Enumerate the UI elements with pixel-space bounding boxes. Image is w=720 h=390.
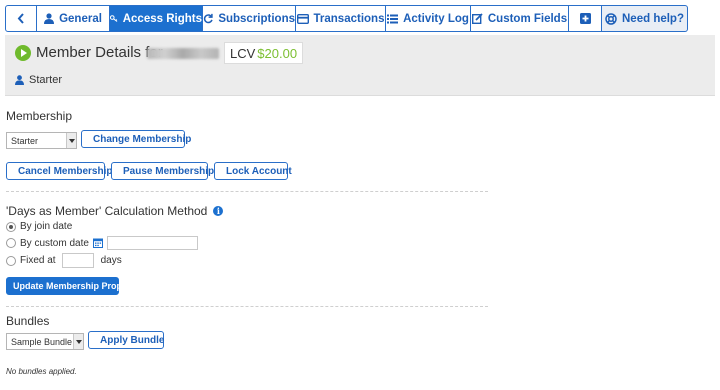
tab-custom-fields[interactable]: Custom Fields xyxy=(471,5,569,32)
refresh-icon xyxy=(203,13,213,24)
lcv-badge: LCV $20.00 xyxy=(224,42,304,64)
edit-icon xyxy=(471,13,483,24)
page-title: Member Details for xyxy=(36,44,163,61)
option-join-date[interactable]: By join date xyxy=(6,221,72,232)
play-icon xyxy=(15,45,31,61)
info-icon[interactable]: i xyxy=(213,206,224,216)
tab-label: Access Rights xyxy=(122,12,202,25)
option-join-date-label: By join date xyxy=(20,221,73,232)
bundles-note: No bundles applied. xyxy=(6,367,77,376)
section-divider xyxy=(6,306,488,307)
lock-account-label: Lock Account xyxy=(226,165,292,177)
chevron-down-icon xyxy=(73,334,83,349)
radio-fixed-days[interactable] xyxy=(6,255,16,266)
update-membership-properties-label: Update Membership Properties xyxy=(13,281,147,291)
key-icon xyxy=(110,15,118,22)
user-icon xyxy=(44,13,55,24)
lock-account-button[interactable]: Lock Account xyxy=(214,162,292,180)
tab-add[interactable] xyxy=(569,5,602,32)
chevron-down-icon xyxy=(66,133,76,148)
calendar-icon[interactable] xyxy=(92,238,103,248)
pause-membership-label: Pause Membership xyxy=(123,165,215,177)
fixed-days-input[interactable] xyxy=(61,253,94,268)
cancel-membership-button[interactable]: Cancel Membership xyxy=(6,162,112,180)
membership-level-label: Starter xyxy=(29,74,63,86)
apply-bundle-button[interactable]: Apply Bundle xyxy=(88,331,164,349)
membership-heading: Membership xyxy=(6,109,73,123)
tab-need-help[interactable]: Need help? xyxy=(602,5,688,32)
membership-level: Starter xyxy=(15,74,62,86)
section-divider xyxy=(6,191,488,192)
days-method-heading-row: 'Days as Member' Calculation Method i xyxy=(6,204,224,218)
list-icon xyxy=(387,14,399,23)
plus-square-icon xyxy=(579,13,591,24)
bundles-heading: Bundles xyxy=(6,314,50,328)
option-custom-date[interactable]: By custom date xyxy=(6,236,198,250)
member-name-redacted xyxy=(147,48,219,59)
change-membership-button[interactable]: Change Membership xyxy=(81,130,191,148)
member-header: Member Details for LCV $20.00 Starter xyxy=(5,35,715,96)
update-membership-properties-button[interactable]: Update Membership Properties xyxy=(6,277,146,295)
lcv-label: LCV xyxy=(230,45,256,61)
lcv-value: $20.00 xyxy=(257,45,298,61)
bundle-select[interactable]: Sample Bundle xyxy=(6,333,84,350)
tab-transactions[interactable]: Transactions xyxy=(296,5,386,32)
tab-label: General xyxy=(59,12,102,25)
tab-label: Activity Log xyxy=(403,12,469,25)
tab-label: Transactions xyxy=(313,12,385,25)
tab-activity-log[interactable]: Activity Log xyxy=(386,5,471,32)
lifebuoy-icon xyxy=(605,12,617,25)
radio-join-date[interactable] xyxy=(6,221,16,232)
tab-access-rights[interactable]: Access Rights xyxy=(110,5,203,32)
credit-card-icon xyxy=(296,13,309,24)
change-membership-label: Change Membership xyxy=(93,133,192,145)
cancel-membership-label: Cancel Membership xyxy=(18,165,113,177)
fixed-days-suffix: days xyxy=(100,255,122,266)
tab-label: Subscriptions xyxy=(218,12,295,25)
option-fixed-days[interactable]: Fixed at days xyxy=(6,253,122,268)
chevron-left-icon xyxy=(17,13,24,24)
tab-label: Custom Fields xyxy=(487,12,568,25)
tab-label: Need help? xyxy=(622,12,684,25)
days-method-heading: 'Days as Member' Calculation Method xyxy=(6,204,208,218)
apply-bundle-label: Apply Bundle xyxy=(100,334,165,346)
option-custom-date-label: By custom date xyxy=(20,237,89,249)
membership-select-value: Starter xyxy=(11,135,39,146)
option-fixed-label: Fixed at xyxy=(20,255,56,266)
user-icon xyxy=(15,75,24,85)
tab-back[interactable] xyxy=(5,5,37,32)
custom-date-input[interactable] xyxy=(106,236,198,250)
tab-bar: General Access Rights Subscriptions Tran… xyxy=(5,5,715,32)
tab-general[interactable]: General xyxy=(37,5,110,32)
pause-membership-button[interactable]: Pause Membership xyxy=(111,162,214,180)
tab-subscriptions[interactable]: Subscriptions xyxy=(203,5,296,32)
membership-select[interactable]: Starter xyxy=(6,132,77,149)
bundle-select-value: Sample Bundle xyxy=(11,336,73,347)
radio-custom-date[interactable] xyxy=(6,238,16,248)
